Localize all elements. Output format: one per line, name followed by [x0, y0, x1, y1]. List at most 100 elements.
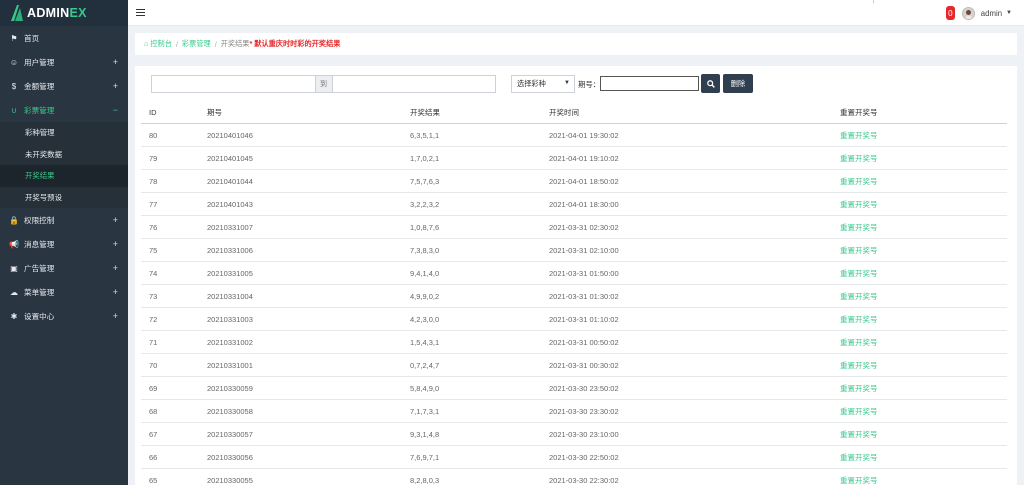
reset-number-link[interactable]: 重置开奖号 — [840, 384, 878, 393]
breadcrumb-section[interactable]: 彩票管理 — [182, 39, 211, 49]
expand-icon[interactable]: + — [113, 57, 118, 67]
reset-number-link[interactable]: 重置开奖号 — [840, 338, 878, 347]
sidebar-item[interactable]: ∪ 彩票管理 − — [0, 98, 128, 122]
header-issue[interactable]: 期号 — [207, 102, 410, 124]
collapse-icon[interactable]: − — [113, 105, 118, 115]
cell-time: 2021-03-31 01:50:00 — [549, 261, 840, 285]
sidebar-subitem[interactable]: 彩种管理 — [0, 122, 128, 144]
table-row: 68 20210330058 7,1,7,3,1 2021-03-30 23:30:0… — [141, 399, 1007, 423]
avatar[interactable] — [961, 6, 975, 20]
reset-number-link[interactable]: 重置开奖号 — [840, 315, 878, 324]
sidebar-item[interactable]: ▣ 广告管理 + — [0, 256, 128, 280]
expand-icon[interactable]: + — [113, 287, 118, 297]
header-divider — [873, 0, 874, 3]
reset-number-link[interactable]: 重置开奖号 — [840, 269, 878, 278]
notification-badge[interactable]: 0 — [945, 6, 955, 20]
cell-time: 2021-03-30 23:30:02 — [549, 399, 840, 423]
cell-result: 9,4,1,4,0 — [410, 261, 549, 285]
flag-icon: ⚑ — [10, 33, 18, 43]
reset-number-link[interactable]: 重置开奖号 — [840, 453, 878, 462]
cell-id: 75 — [141, 238, 207, 262]
caret-down-icon[interactable]: ▼ — [1006, 10, 1012, 16]
cell-issue: 20210331001 — [207, 353, 410, 377]
reset-number-link[interactable]: 重置开奖号 — [840, 131, 878, 140]
reset-number-link[interactable]: 重置开奖号 — [840, 223, 878, 232]
reset-number-link[interactable]: 重置开奖号 — [840, 292, 878, 301]
cell-result: 0,7,2,4,7 — [410, 353, 549, 377]
expand-icon[interactable]: + — [113, 215, 118, 225]
sidebar-item[interactable]: ✱ 设置中心 + — [0, 304, 128, 328]
cell-id: 74 — [141, 261, 207, 285]
cell-time: 2021-04-01 19:10:02 — [549, 146, 840, 170]
cell-result: 3,2,2,3,2 — [410, 192, 549, 216]
header-result[interactable]: 开奖结果 — [410, 102, 549, 124]
sidebar-item[interactable]: 🔒 权限控制 + — [0, 208, 128, 232]
expand-icon[interactable]: + — [113, 239, 118, 249]
cell-id: 77 — [141, 192, 207, 216]
reset-number-link[interactable]: 重置开奖号 — [840, 154, 878, 163]
table-row: 71 20210331002 1,5,4,3,1 2021-03-31 00:50:0… — [141, 330, 1007, 354]
adminex-logo-icon — [11, 5, 23, 21]
header-action: 重置开奖号 — [840, 102, 1007, 124]
expand-icon[interactable]: + — [113, 311, 118, 321]
reset-number-link[interactable]: 重置开奖号 — [840, 430, 878, 439]
cell-result: 4,2,3,0,0 — [410, 307, 549, 331]
lock-icon: 🔒 — [9, 215, 19, 225]
cell-time: 2021-03-31 01:30:02 — [549, 284, 840, 308]
breadcrumb-home[interactable]: ⌂ 控制台 — [144, 39, 172, 49]
sidebar-item[interactable]: ⚑ 首页 — [0, 26, 128, 50]
sidebar-item[interactable]: ☺ 用户管理 + — [0, 50, 128, 74]
sidebar-subitem[interactable]: 开奖号预设 — [0, 187, 128, 209]
cell-id: 69 — [141, 376, 207, 400]
header-time[interactable]: 开奖时间 — [549, 102, 840, 124]
cell-result: 8,2,8,0,3 — [410, 468, 549, 485]
menu-toggle-icon[interactable] — [136, 7, 145, 18]
expand-icon[interactable]: + — [113, 81, 118, 91]
lottery-type-select[interactable]: 选择彩种 ▼ — [511, 75, 575, 93]
cell-issue: 20210331006 — [207, 238, 410, 262]
header-id[interactable]: ID — [141, 102, 207, 124]
issue-input[interactable] — [600, 76, 699, 91]
expand-icon[interactable]: + — [113, 263, 118, 273]
range-end-input[interactable] — [332, 76, 495, 92]
sidebar-item[interactable]: ☁ 菜单管理 + — [0, 280, 128, 304]
search-button[interactable] — [701, 74, 720, 93]
sidebar-item[interactable]: $ 金额管理 + — [0, 74, 128, 98]
cell-id: 79 — [141, 146, 207, 170]
table-row: 76 20210331007 1,0,8,7,6 2021-03-31 02:30:0… — [141, 215, 1007, 239]
cell-time: 2021-03-30 23:10:00 — [549, 422, 840, 446]
sidebar-item[interactable]: 📢 消息管理 + — [0, 232, 128, 256]
table-row: 80 20210401046 6,3,5,1,1 2021-04-01 19:30:0… — [141, 123, 1007, 147]
cell-id: 78 — [141, 169, 207, 193]
reset-number-link[interactable]: 重置开奖号 — [840, 200, 878, 209]
table-row: 75 20210331006 7,3,8,3,0 2021-03-31 02:10:0… — [141, 238, 1007, 262]
cell-id: 76 — [141, 215, 207, 239]
delete-button[interactable]: 删除 — [723, 74, 753, 93]
reset-number-link[interactable]: 重置开奖号 — [840, 476, 878, 485]
sidebar-subitem[interactable]: 未开奖数据 — [0, 144, 128, 166]
sidebar-nav: ⚑ 首页 ☺ 用户管理 + $ 金额管理 + ∪ 彩票管理 − 彩种管理 未开奖数据 开奖结果 开奖号预设 🔒… — [0, 26, 128, 328]
brand-name: ADMINEX — [27, 6, 87, 20]
gear-icon: ✱ — [10, 311, 18, 321]
cell-action: 重置开奖号 — [840, 468, 1007, 485]
reset-number-link[interactable]: 重置开奖号 — [840, 246, 878, 255]
cell-id: 71 — [141, 330, 207, 354]
cell-issue: 20210331004 — [207, 284, 410, 308]
magnet-icon: ∪ — [11, 105, 17, 115]
cell-result: 6,3,5,1,1 — [410, 123, 549, 147]
sidebar-subitem[interactable]: 开奖结果 — [0, 165, 128, 187]
range-start-input[interactable] — [152, 76, 315, 92]
cell-id: 80 — [141, 123, 207, 147]
cell-action: 重置开奖号 — [840, 123, 1007, 147]
reset-number-link[interactable]: 重置开奖号 — [840, 407, 878, 416]
user-name[interactable]: admin — [981, 9, 1002, 18]
cell-result: 7,5,7,6,3 — [410, 169, 549, 193]
chevron-down-icon: ▼ — [564, 80, 570, 86]
cell-result: 1,5,4,3,1 — [410, 330, 549, 354]
cell-id: 66 — [141, 445, 207, 469]
reset-number-link[interactable]: 重置开奖号 — [840, 177, 878, 186]
reset-number-link[interactable]: 重置开奖号 — [840, 361, 878, 370]
cell-time: 2021-03-31 00:50:02 — [549, 330, 840, 354]
brand[interactable]: ADMINEX — [0, 0, 128, 26]
sidebar: ADMINEX ⚑ 首页 ☺ 用户管理 + $ 金额管理 + ∪ 彩票管理 − 彩种管理 未开奖数据 开奖… — [0, 0, 128, 485]
